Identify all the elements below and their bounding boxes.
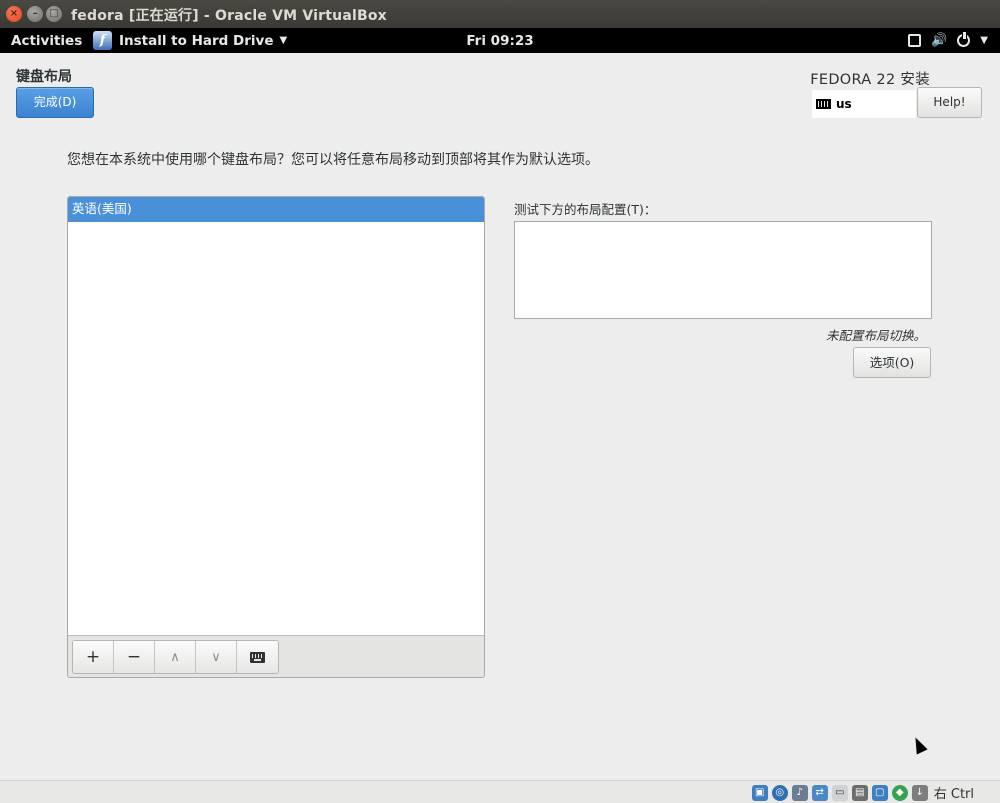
add-layout-button[interactable]: + [73, 641, 114, 673]
host-key-label: 右 Ctrl [933, 787, 974, 802]
keyboard-layout-label: us [836, 97, 852, 111]
product-title: FEDORA 22 安装 [810, 72, 930, 88]
remove-layout-button[interactable]: − [114, 641, 155, 673]
optical-drive-icon[interactable]: ◎ [771, 784, 788, 801]
toolbar-button-group: + − ∧ ∨ [72, 640, 279, 674]
minimize-icon[interactable]: – [27, 6, 43, 22]
vbox-titlebar: × – □ fedora [正在运行] - Oracle VM VirtualB… [0, 0, 1000, 28]
layout-list[interactable]: 英语(美国) + − ∧ ∨ [67, 196, 485, 678]
layout-list-toolbar: + − ∧ ∨ [68, 635, 484, 677]
network-icon[interactable]: ⇄ [811, 784, 828, 801]
keyboard-icon [250, 651, 265, 663]
mouse-pointer-icon [910, 734, 928, 755]
close-icon[interactable]: × [6, 6, 22, 22]
shared-folder-icon[interactable]: ▤ [851, 784, 868, 801]
maximize-icon[interactable]: □ [46, 6, 62, 22]
video-capture-icon[interactable]: ▢ [871, 784, 888, 801]
mouse-integration-icon[interactable]: ◆ [891, 784, 908, 801]
window-title: fedora [正在运行] - Oracle VM VirtualBox [71, 8, 387, 24]
keyboard-icon [816, 99, 831, 109]
screen-icon [908, 34, 922, 47]
preview-layout-button[interactable] [237, 641, 278, 673]
vbox-status-bar: ▣ ◎ ♪ ⇄ ▭ ▤ ▢ ◆ ↓ 右 Ctrl [0, 780, 1000, 803]
test-layout-label: 测试下方的布局配置(T)： [514, 202, 657, 217]
status-icons: ▣ ◎ ♪ ⇄ ▭ ▤ ▢ ◆ ↓ 右 Ctrl [751, 784, 974, 802]
options-button[interactable]: 选项(O) [853, 347, 931, 378]
gnome-top-bar: Activities f Install to Hard Drive ▼ Fri… [0, 28, 1000, 53]
help-button[interactable]: Help! [917, 87, 982, 118]
installer-content: 键盘布局 完成(D) FEDORA 22 安装 us Help! 您想在本系统中… [0, 53, 1000, 780]
volume-icon: 🔊 [931, 33, 948, 48]
usb-icon[interactable]: ▭ [831, 784, 848, 801]
list-item[interactable]: 英语(美国) [68, 197, 484, 222]
system-tray[interactable]: 🔊 ▼ [908, 31, 988, 50]
move-up-button[interactable]: ∧ [155, 641, 196, 673]
move-down-button[interactable]: ∨ [196, 641, 237, 673]
done-button[interactable]: 完成(D) [16, 87, 94, 118]
power-icon [957, 32, 971, 47]
page-title: 键盘布局 [16, 69, 72, 85]
instruction-text: 您想在本系统中使用哪个键盘布局？您可以将任意布局移动到顶部将其作为默认选项。 [67, 152, 599, 168]
switch-status-note: 未配置布局切换。 [825, 328, 926, 343]
audio-icon[interactable]: ♪ [791, 784, 808, 801]
chevron-down-icon: ▼ [980, 35, 988, 46]
test-layout-input[interactable] [514, 221, 932, 319]
keyboard-layout-indicator[interactable]: us [812, 90, 916, 118]
hdd-icon[interactable]: ▣ [751, 784, 768, 801]
clock[interactable]: Fri 09:23 [0, 33, 1000, 49]
arrow-icon[interactable]: ↓ [911, 784, 928, 801]
